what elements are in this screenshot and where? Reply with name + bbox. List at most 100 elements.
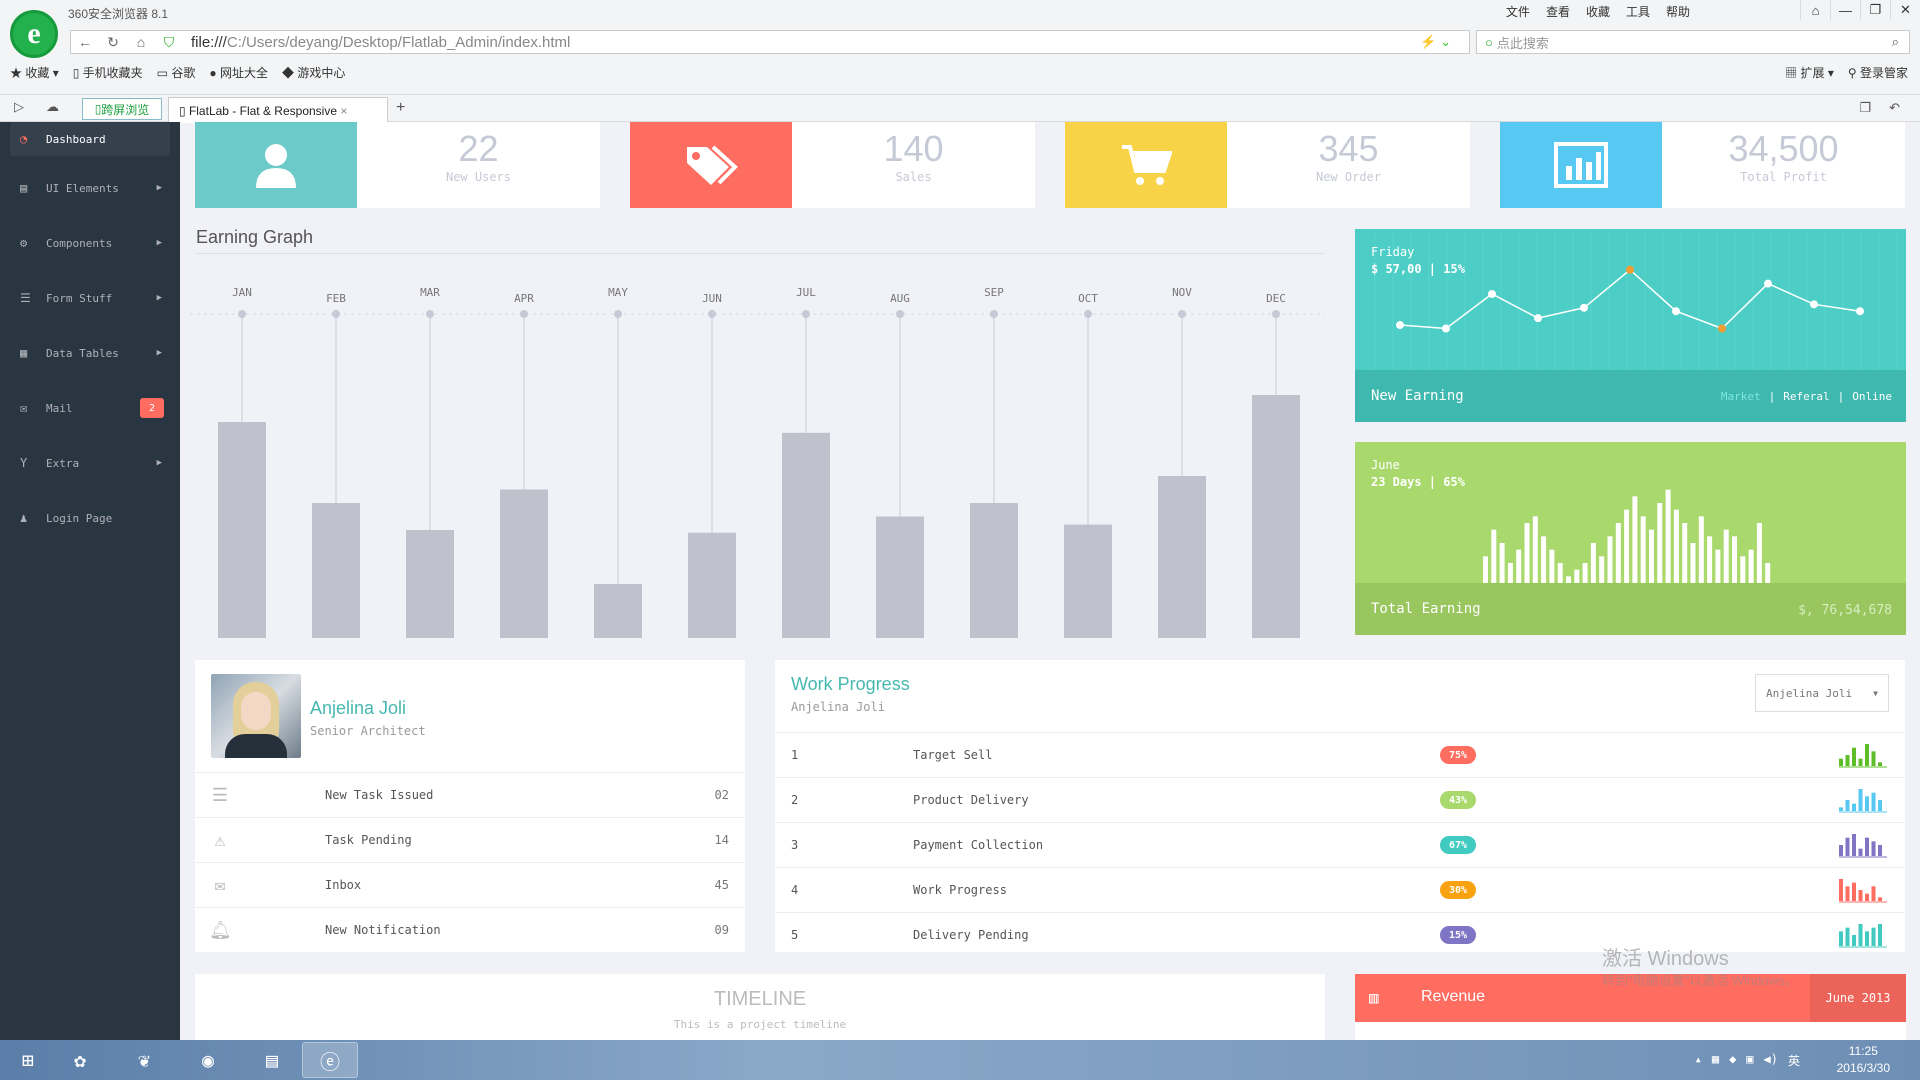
undo-icon[interactable]: ↶ [1889, 100, 1900, 116]
cloud-icon[interactable]: ☁ [46, 99, 59, 115]
sidebar-item-label: Form Stuff [46, 291, 113, 305]
fav-sites[interactable]: ● 网址大全 [209, 64, 268, 81]
profile-row-new-task[interactable]: ☰ New Task Issued 02 [195, 772, 745, 817]
link-market[interactable]: Market [1721, 390, 1761, 403]
tray-arrow-icon[interactable]: ▴ [1695, 1052, 1702, 1069]
folder-icon[interactable]: ▤ [244, 1042, 300, 1078]
cart-icon [1065, 122, 1227, 208]
table-row[interactable]: 3 Payment Collection 67% [775, 822, 1905, 867]
spark-bar [1839, 931, 1843, 946]
person-select[interactable]: Anjelina Joli ▼ [1755, 674, 1889, 712]
tick-label: AUG [890, 292, 910, 305]
clock[interactable]: 11:25 2016/3/30 [1837, 1043, 1890, 1077]
profile-row-task-pending[interactable]: ⚠ Task Pending 14 [195, 817, 745, 862]
menu-tools[interactable]: 工具 [1626, 3, 1650, 20]
bar [1516, 549, 1522, 583]
progress-badge: 67% [1440, 836, 1476, 854]
url-text[interactable]: file:///C:/Users/deyang/Desktop/Flatlab_… [191, 34, 570, 51]
bar [1483, 556, 1488, 583]
sidebar-item-dashboard[interactable]: ◔ Dashboard [10, 122, 170, 156]
table-row[interactable]: 4 Work Progress 30% [775, 867, 1905, 912]
fav-mobile[interactable]: ▯ 手机收藏夹 [73, 64, 143, 81]
spark-bar [1845, 927, 1850, 946]
sparkline [1839, 879, 1887, 903]
chrome-icon[interactable]: ◉ [180, 1042, 236, 1078]
fav-collect[interactable]: ★ 收藏 ▾ [10, 64, 59, 81]
profile-row-notification[interactable]: 🔔︎ New Notification 09 [195, 907, 745, 952]
series-point [1810, 300, 1818, 309]
new-earning-label: New Earning [1371, 388, 1464, 404]
sidebar-toggle-icon[interactable]: ▷ [14, 99, 24, 115]
search-input[interactable]: ○ 点此搜索 ⌕ [1476, 30, 1910, 54]
address-bar[interactable]: ← ↻ ⌂ ⛉ file:///C:/Users/deyang/Desktop/… [70, 30, 1470, 54]
table-row[interactable]: 1 Target Sell 75% [775, 732, 1905, 777]
extensions-button[interactable]: ▦ 扩展 ▾ [1785, 64, 1834, 81]
profile-row-inbox[interactable]: ✉ Inbox 45 [195, 862, 745, 907]
tab-close-icon[interactable]: × [340, 104, 347, 118]
restore-tab-icon[interactable]: ❐ [1859, 100, 1871, 116]
speaker-icon[interactable]: ◀) [1764, 1052, 1778, 1069]
stat-new-users: 22 New Users [195, 122, 600, 208]
home-icon[interactable]: ⌂ [127, 34, 155, 50]
sidebar-item-extra[interactable]: Y Extra ▶ [0, 445, 180, 481]
back-icon[interactable]: ← [71, 34, 99, 50]
sparkline [1839, 834, 1887, 858]
bar-dot [614, 310, 622, 318]
maximize-button[interactable]: ❐ [1860, 0, 1890, 20]
pin-icon[interactable]: ⌂ [1800, 0, 1830, 20]
tray-network-icon[interactable]: ▦ [1712, 1052, 1719, 1069]
new-tab-icon[interactable]: + [396, 99, 405, 117]
bar [1715, 549, 1721, 583]
link-referal[interactable]: Referal [1783, 390, 1829, 403]
series-point [1442, 324, 1450, 333]
spark-bar [1858, 848, 1863, 856]
sidebar-item-ui-elements[interactable]: ▤ UI Elements ▶ [0, 170, 180, 206]
total-earning-label: Total Earning [1371, 601, 1481, 617]
dashboard-icon: ◔ [20, 132, 28, 146]
sidebar-item-mail[interactable]: ✉ Mail 2 [0, 390, 180, 426]
tab-flatlab[interactable]: ▯ FlatLab - Flat & Responsive × [168, 97, 388, 123]
sidebar-item-login-page[interactable]: ♟ Login Page [0, 500, 180, 536]
sidebar-item-form-stuff[interactable]: ☰ Form Stuff ▶ [0, 280, 180, 316]
work-progress-title: Work Progress [791, 674, 910, 694]
new-earning-footer: New Earning Market | Referal | Online [1355, 370, 1906, 422]
minimize-button[interactable]: — [1830, 0, 1860, 20]
close-button[interactable]: ✕ [1890, 0, 1920, 20]
bar [1491, 529, 1497, 583]
favorites-bar: ★ 收藏 ▾ ▯ 手机收藏夹 ▭ 谷歌 ● 网址大全 ◆ 游戏中心 [10, 64, 345, 81]
search-icon[interactable]: ⌕ [1892, 34, 1899, 50]
start-button[interactable]: ⊞ [0, 1042, 56, 1078]
bar [1607, 536, 1613, 583]
progress-badge: 15% [1440, 926, 1476, 944]
ime-indicator[interactable]: 英 [1788, 1052, 1800, 1069]
fav-games[interactable]: ◆ 游戏中心 [282, 64, 345, 81]
app-icon-leaf[interactable]: ❦ [116, 1042, 172, 1078]
app-icon-1[interactable]: ✿ [52, 1042, 108, 1078]
table-row[interactable]: 2 Product Delivery 43% [775, 777, 1905, 822]
refresh-icon[interactable]: ↻ [99, 34, 127, 51]
fav-google[interactable]: ▭ 谷歌 [157, 64, 196, 81]
bar [312, 503, 360, 638]
profile-name[interactable]: Anjelina Joli [310, 698, 406, 719]
lightning-icon[interactable]: ⚡ ⌄ [1420, 34, 1451, 50]
sidebar-item-components[interactable]: ⚙ Components ▶ [0, 225, 180, 261]
menu-favorites[interactable]: 收藏 [1586, 3, 1610, 20]
menu-file[interactable]: 文件 [1506, 3, 1530, 20]
tick-label: JUL [796, 286, 816, 299]
tray-app2-icon[interactable]: ▣ [1746, 1052, 1753, 1069]
row-label: New Task Issued [325, 788, 434, 802]
table-row[interactable]: 5 Delivery Pending 15% [775, 912, 1905, 957]
sidebar-item-data-tables[interactable]: ▦ Data Tables ▶ [0, 335, 180, 371]
menu-help[interactable]: 帮助 [1666, 3, 1690, 20]
total-earning-amount: $, 76,54,678 [1798, 603, 1892, 618]
login-manager-button[interactable]: ⚲ 登录管家 [1848, 64, 1908, 81]
sidebar-item-label: Login Page [46, 511, 113, 525]
spark-bar [1839, 845, 1843, 856]
link-online[interactable]: Online [1852, 390, 1892, 403]
tray-app-icon[interactable]: ◆ [1729, 1052, 1736, 1069]
tab-cross-screen[interactable]: ▯ 跨屏浏览 [82, 98, 162, 120]
browser-taskbar-icon[interactable]: ⓔ [302, 1042, 358, 1078]
bar-dot [1084, 310, 1092, 318]
menu-view[interactable]: 查看 [1546, 3, 1570, 20]
chevron-right-icon: ▶ [156, 458, 162, 468]
